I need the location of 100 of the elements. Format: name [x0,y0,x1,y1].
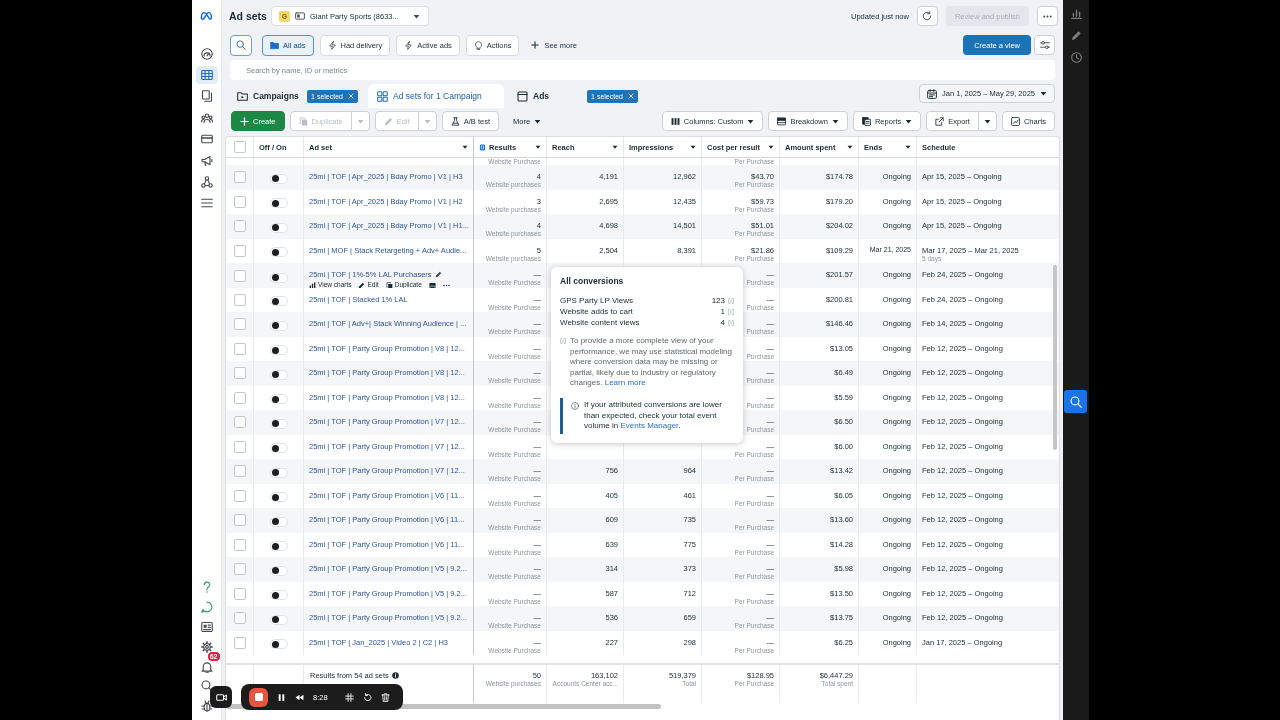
checkbox[interactable] [233,342,246,355]
toggle-switch[interactable] [269,345,288,356]
checkbox[interactable] [233,514,246,527]
caret-icon [534,117,542,125]
toggle-switch[interactable] [269,565,288,576]
scrollbar[interactable] [1053,265,1057,450]
checkbox[interactable] [233,244,246,257]
bell-icon[interactable] [200,660,213,673]
toggle-switch[interactable] [269,320,288,331]
toggle-switch[interactable] [269,418,288,429]
toggle-switch[interactable] [269,296,288,307]
toggle-switch[interactable] [269,369,288,380]
undo-icon[interactable] [362,692,372,702]
learn-more-link[interactable]: Learn more [604,378,646,388]
toggle-switch[interactable] [269,272,288,283]
close-icon[interactable] [628,93,634,99]
credit-card-icon[interactable] [200,133,213,146]
lightning-icon [327,40,337,50]
checkbox[interactable] [233,318,246,331]
settings-icon[interactable] [200,640,213,653]
checkbox[interactable] [233,391,246,404]
checkbox[interactable] [233,465,246,478]
checkbox[interactable] [233,220,246,233]
stop-button[interactable] [249,687,268,707]
toggle-switch[interactable] [269,247,288,258]
chat-icon[interactable] [200,601,213,614]
caret-icon[interactable] [905,144,911,150]
level-tab[interactable]: Ad sets for 1 Campaign [368,84,504,108]
checkbox[interactable] [233,270,246,282]
dropdown-button[interactable] [978,111,997,131]
infinity-logo-icon[interactable] [198,10,215,22]
conversion-label: Website adds to cart [560,306,634,318]
toggle-switch[interactable] [269,590,288,601]
checkbox[interactable] [233,171,246,184]
caret-icon[interactable] [535,144,541,150]
rewind-icon[interactable] [295,692,304,702]
caret-icon[interactable] [768,144,774,150]
pages-icon[interactable] [200,90,213,103]
caret-icon [423,117,431,125]
toggle-switch[interactable] [269,198,288,209]
checkbox[interactable] [233,367,246,380]
caret-icon[interactable] [612,144,618,150]
menu-icon[interactable] [200,197,213,210]
bracket-icon [728,320,734,326]
checkbox[interactable] [233,563,246,576]
toggle-switch[interactable] [269,467,288,478]
pencil-icon [358,281,366,289]
conversion-count: 1 [720,306,725,318]
toggle-switch[interactable] [269,541,288,552]
hash-icon[interactable] [344,692,354,702]
bar-chart-icon[interactable] [1070,8,1082,19]
camera-button[interactable] [210,686,232,708]
toggle-switch[interactable] [269,516,288,527]
gauge-icon[interactable] [200,47,213,60]
zoom-button[interactable] [1064,390,1087,413]
people-icon[interactable] [200,111,213,124]
search-button[interactable] [230,34,252,56]
checkbox[interactable] [233,587,246,600]
checkbox[interactable] [233,440,246,453]
image-icon[interactable] [428,281,436,289]
toggle-switch[interactable] [269,173,288,184]
checkbox[interactable] [233,612,246,625]
caret-icon[interactable] [690,144,696,150]
refresh-button[interactable] [916,6,938,26]
checkbox[interactable] [233,293,246,306]
checkbox[interactable] [233,636,246,649]
view-settings-button[interactable] [1034,35,1055,55]
toggle-switch[interactable] [269,639,288,650]
close-icon[interactable] [348,93,354,99]
toggle-switch[interactable] [269,614,288,625]
toggle-switch[interactable] [269,492,288,503]
toggle-switch[interactable] [269,394,288,405]
bug-icon[interactable] [200,700,213,713]
toggle-switch[interactable] [269,222,288,233]
caret-icon [905,117,913,125]
caret-icon [356,117,364,125]
info-icon[interactable] [391,672,399,679]
toggle-switch[interactable] [269,443,288,454]
table-icon[interactable] [195,66,218,85]
plus-icon [531,41,540,49]
camera-icon [215,691,227,703]
checkbox[interactable] [233,141,246,153]
refresh-icon [922,11,933,21]
checkbox[interactable] [233,195,246,208]
chart-icon [1010,116,1020,126]
megaphone-icon[interactable] [200,154,213,167]
pause-icon[interactable] [277,692,286,702]
page-title: Ad sets [229,10,267,22]
pencil-icon[interactable] [1070,30,1082,41]
network-icon[interactable] [200,176,213,189]
clock-icon[interactable] [1070,52,1082,63]
caret-icon[interactable] [462,144,468,150]
caret-icon [831,117,839,125]
trash-icon[interactable] [380,692,390,702]
pencil-icon[interactable] [434,271,442,278]
checkbox[interactable] [233,416,246,429]
caret-icon[interactable] [847,144,853,150]
news-icon[interactable] [200,620,213,633]
checkbox[interactable] [233,489,246,502]
checkbox[interactable] [233,538,246,551]
